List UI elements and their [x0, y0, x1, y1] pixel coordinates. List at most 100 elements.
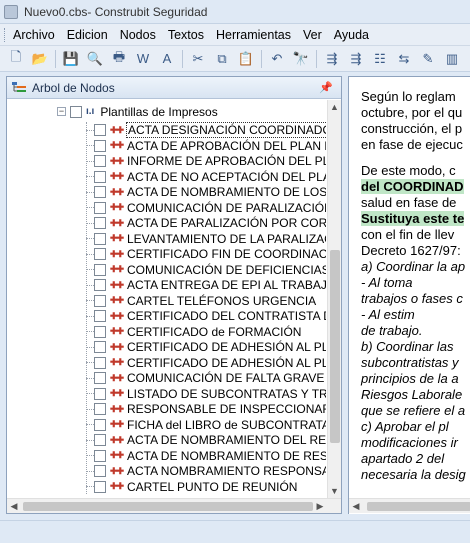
item-checkbox[interactable] [94, 279, 106, 291]
document-text[interactable]: Según lo reglam octubre, por el qu constru… [361, 89, 470, 483]
tree-item[interactable]: ✚✚CERTIFICADO DE ADHESIÓN AL PLAN D [86, 355, 326, 371]
hscroll-thumb[interactable] [23, 502, 313, 511]
paste-icon[interactable]: 📋 [236, 49, 256, 69]
menu-edicion[interactable]: Edicion [61, 24, 114, 46]
tree-item[interactable]: ✚✚RESPONSABLE DE INSPECCIONAR AND [86, 401, 326, 417]
pin-icon[interactable]: 📌 [319, 81, 333, 94]
document-editor[interactable]: Según lo reglam octubre, por el qu constru… [348, 76, 470, 514]
menu-ayuda[interactable]: Ayuda [328, 24, 375, 46]
tree-item[interactable]: ✚✚ACTA DE APROBACIÓN DEL PLAN DE S [86, 138, 326, 154]
tree-item[interactable]: ✚✚FICHA del LIBRO de SUBCONTRATACIÓ [86, 417, 326, 433]
tree-item[interactable]: ✚✚ACTA DE NOMBRAMIENTO DEL RESPO [86, 432, 326, 448]
scroll-thumb[interactable] [330, 250, 340, 443]
tree-item[interactable]: ✚✚CERTIFICADO FIN DE COORDINACIÓN D [86, 246, 326, 262]
edit-doc-icon[interactable]: ✎ [418, 49, 438, 69]
item-checkbox[interactable] [94, 310, 106, 322]
item-checkbox[interactable] [94, 170, 106, 183]
item-checkbox[interactable] [94, 124, 106, 136]
tree-item[interactable]: ✚✚LISTADO DE SUBCONTRATAS Y TRABA [86, 386, 326, 402]
item-checkbox[interactable] [94, 356, 106, 369]
tree-root-node[interactable]: − ı.ı Plantillas de Impresos [57, 104, 218, 119]
pdf-export-icon[interactable]: A [157, 49, 177, 69]
tree-item[interactable]: ✚✚ ACTA DESIGNACIÓN COORDINADOR [86, 122, 326, 138]
node-tool-4-icon[interactable]: ⇆ [394, 49, 414, 69]
item-checkbox[interactable] [94, 465, 106, 477]
item-checkbox[interactable] [94, 263, 106, 276]
tree-vertical-scrollbar[interactable]: ▲ ▼ [327, 100, 341, 498]
word-export-icon[interactable]: W [133, 49, 153, 69]
scroll-up-icon[interactable]: ▲ [328, 100, 341, 114]
doc-horizontal-scrollbar[interactable]: ◀ [349, 498, 470, 513]
document-line: De este modo, c [361, 163, 470, 179]
tree-item[interactable]: ✚✚ACTA DE NOMBRAMIENTO DE LOS REC [86, 184, 326, 200]
tree-item[interactable]: ✚✚ CARTEL TELÉFONOS URGENCIA [86, 293, 317, 309]
panel-title: Arbol de Nodos [32, 80, 115, 95]
menu-nodos[interactable]: Nodos [114, 24, 162, 46]
tree-item[interactable]: ✚✚ACTA ENTREGA DE EPI AL TRABAJADO [86, 277, 326, 293]
doc-hscroll-thumb[interactable] [367, 502, 470, 511]
tree-horizontal-scrollbar[interactable]: ◀ ▶ [7, 498, 341, 513]
print-preview-icon[interactable]: 🔍 [85, 49, 105, 69]
item-checkbox[interactable] [94, 139, 106, 152]
tree-item[interactable]: ✚✚INFORME DE APROBACIÓN DEL PLAN D [86, 153, 326, 169]
item-checkbox[interactable] [94, 155, 106, 167]
tree-item[interactable]: ✚✚CERTIFICADO DE ADHESIÓN AL PLAN D [86, 339, 326, 355]
item-checkbox[interactable] [94, 186, 106, 198]
item-checkbox[interactable] [94, 449, 106, 462]
scroll-down-icon[interactable]: ▼ [328, 484, 341, 498]
item-checkbox[interactable] [94, 217, 106, 229]
chart-icon[interactable]: ▥ [442, 49, 462, 69]
root-checkbox[interactable] [70, 105, 82, 118]
tree-item[interactable]: ✚✚ACTA NOMBRAMIENTO RESPONSABLE [86, 463, 326, 479]
menu-archivo[interactable]: Archivo [7, 24, 61, 46]
item-checkbox[interactable] [94, 372, 106, 384]
tree-item[interactable]: ✚✚LEVANTAMIENTO DE LA PARALIZACIÓN [86, 231, 326, 247]
tree-item[interactable]: ✚✚ COMUNICACIÓN DE FALTA GRAVE [86, 370, 325, 386]
item-checkbox[interactable] [94, 201, 106, 214]
tree-item[interactable]: ✚✚ACTA DE NO ACEPTACIÓN DEL PLAN D [86, 169, 326, 185]
undo-icon[interactable]: ↶ [267, 49, 287, 69]
save-icon[interactable]: 💾 [61, 49, 81, 69]
find-icon[interactable]: 🔭 [291, 49, 311, 69]
item-checkbox[interactable] [94, 248, 106, 260]
new-icon[interactable]: 🗋 [6, 49, 26, 69]
doc-scroll-left-icon[interactable]: ◀ [349, 499, 363, 514]
tree-connector [86, 408, 94, 410]
document-template-icon: ✚✚ [110, 186, 124, 197]
tree-item[interactable]: ✚✚ CERTIFICADO de FORMACIÓN [86, 324, 302, 340]
node-tool-1-icon[interactable]: ⇶ [322, 49, 342, 69]
scroll-left-icon[interactable]: ◀ [7, 499, 21, 514]
node-tool-3-icon[interactable]: ☷ [370, 49, 390, 69]
tree-item[interactable]: ✚✚ CERTIFICADO DEL CONTRATISTA DEL [86, 308, 326, 324]
open-folder-icon[interactable]: 📂 [30, 49, 50, 69]
item-checkbox[interactable] [94, 325, 106, 338]
item-checkbox[interactable] [94, 341, 106, 353]
tree-item[interactable]: ✚✚COMUNICACIÓN DE DEFICIENCIAS EN M [86, 262, 326, 278]
item-checkbox[interactable] [94, 232, 106, 245]
document-template-icon: ✚✚ [110, 155, 124, 166]
menu-textos[interactable]: Textos [162, 24, 210, 46]
tree-item[interactable]: ✚✚ CARTEL PUNTO DE REUNIÓN [86, 479, 298, 495]
item-checkbox[interactable] [94, 434, 106, 446]
collapse-icon[interactable]: − [57, 107, 66, 116]
item-checkbox[interactable] [94, 418, 106, 431]
menu-ver[interactable]: Ver [297, 24, 328, 46]
node-tree[interactable]: − ı.ı Plantillas de Impresos ✚✚ ACTA DESI… [7, 100, 326, 498]
document-template-icon: ✚✚ [110, 450, 124, 460]
node-tool-2-icon[interactable]: ⇶ [346, 49, 366, 69]
tree-item[interactable]: ✚✚COMUNICACIÓN DE PARALIZACIÓN DE [86, 200, 326, 216]
item-checkbox[interactable] [94, 403, 106, 415]
tree-connector [86, 346, 94, 348]
print-icon[interactable]: 🖶 [109, 49, 129, 69]
cut-icon[interactable]: ✂ [188, 49, 208, 69]
item-checkbox[interactable] [94, 480, 106, 493]
item-checkbox[interactable] [94, 294, 106, 307]
copy-icon[interactable]: ⧉ [212, 49, 232, 69]
tree-item[interactable]: ✚✚ACTA DE NOMBRAMIENTO DE RESPON [86, 448, 326, 464]
tree-item[interactable]: ✚✚ACTA DE PARALIZACIÓN POR CORONA [86, 215, 326, 231]
document-line: Sustituya este te [361, 211, 470, 227]
item-checkbox[interactable] [94, 387, 106, 400]
template-folder-icon: ı.ı [86, 106, 95, 117]
scroll-right-icon[interactable]: ▶ [313, 499, 327, 514]
menu-herramientas[interactable]: Herramientas [210, 24, 297, 46]
